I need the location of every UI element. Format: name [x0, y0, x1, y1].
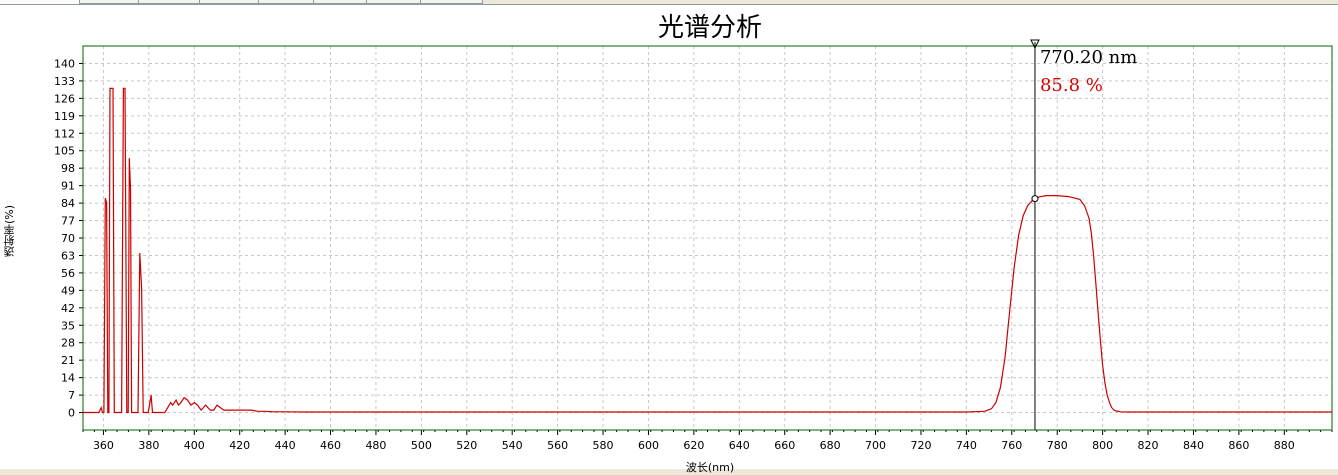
x-tick-label: 500	[411, 439, 432, 452]
x-tick-label: 840	[1183, 439, 1204, 452]
x-tick-label: 800	[1092, 439, 1113, 452]
y-tick-label: 28	[61, 337, 75, 350]
y-tick-label: 98	[61, 162, 75, 175]
x-tick-label: 700	[865, 439, 886, 452]
y-tick-label: 119	[54, 110, 75, 123]
x-tick-label: 380	[138, 439, 159, 452]
y-tick-label: 77	[61, 215, 75, 228]
y-tick-label: 63	[61, 249, 75, 262]
x-tick-label: 480	[365, 439, 386, 452]
x-tick-label: 400	[184, 439, 205, 452]
y-tick-label: 0	[68, 407, 75, 420]
y-tick-label: 56	[61, 267, 75, 280]
x-tick-label: 740	[956, 439, 977, 452]
x-tick-label: 600	[638, 439, 659, 452]
y-tick-label: 112	[54, 127, 75, 140]
x-tick-label: 640	[729, 439, 750, 452]
spectrum-chart[interactable]: 0 7 14 21 28 35 42 49 56 63 70 77 84 91 98 105 112 119 126…	[0, 0, 1338, 469]
y-tick-label: 105	[54, 145, 75, 158]
y-tick-label: 91	[61, 180, 75, 193]
x-tick-label: 520	[456, 439, 477, 452]
y-tick-label: 126	[54, 92, 75, 105]
x-tick-label: 420	[229, 439, 250, 452]
x-tick-label: 780	[1047, 439, 1068, 452]
y-tick-label: 49	[61, 284, 75, 297]
cursor-marker	[1031, 195, 1039, 203]
x-tick-label: 760	[1001, 439, 1022, 452]
x-tick-label: 860	[1228, 439, 1249, 452]
x-tick-label: 540	[502, 439, 523, 452]
x-tick-label: 440	[275, 439, 296, 452]
x-tick-label: 660	[774, 439, 795, 452]
y-tick-label: 84	[61, 197, 75, 210]
x-tick-label: 820	[1138, 439, 1159, 452]
y-tick-label: 70	[61, 232, 75, 245]
y-tick-label: 133	[54, 75, 75, 88]
transmission-series-line	[83, 87, 1332, 414]
x-tick-label: 720	[910, 439, 931, 452]
x-tick-label: 620	[683, 439, 704, 452]
y-tick-label: 14	[61, 372, 75, 385]
x-tick-label: 560	[547, 439, 568, 452]
cursor-value-readout: 85.8 %	[1040, 75, 1103, 96]
cursor-wavelength-readout: 770.20 nm	[1040, 47, 1137, 68]
x-tick-label: 580	[593, 439, 614, 452]
y-tick-label: 21	[61, 354, 75, 367]
y-tick-label: 7	[68, 389, 75, 402]
x-tick-label: 460	[320, 439, 341, 452]
x-tick-label: 880	[1274, 439, 1295, 452]
y-axis: 0 7 14 21 28 35 42 49 56 63 70 77 84 91 98 105 112 119 126…	[54, 57, 83, 420]
x-tick-label: 680	[820, 439, 841, 452]
x-tick-label: 360	[93, 439, 114, 452]
y-tick-label: 42	[61, 302, 75, 315]
y-tick-label: 35	[61, 319, 75, 332]
x-axis: 360 380 400 420 440 460 480 500 520 540 560 580 600 6…	[82, 430, 1333, 452]
grid	[83, 46, 1332, 430]
y-tick-label: 140	[54, 57, 75, 70]
